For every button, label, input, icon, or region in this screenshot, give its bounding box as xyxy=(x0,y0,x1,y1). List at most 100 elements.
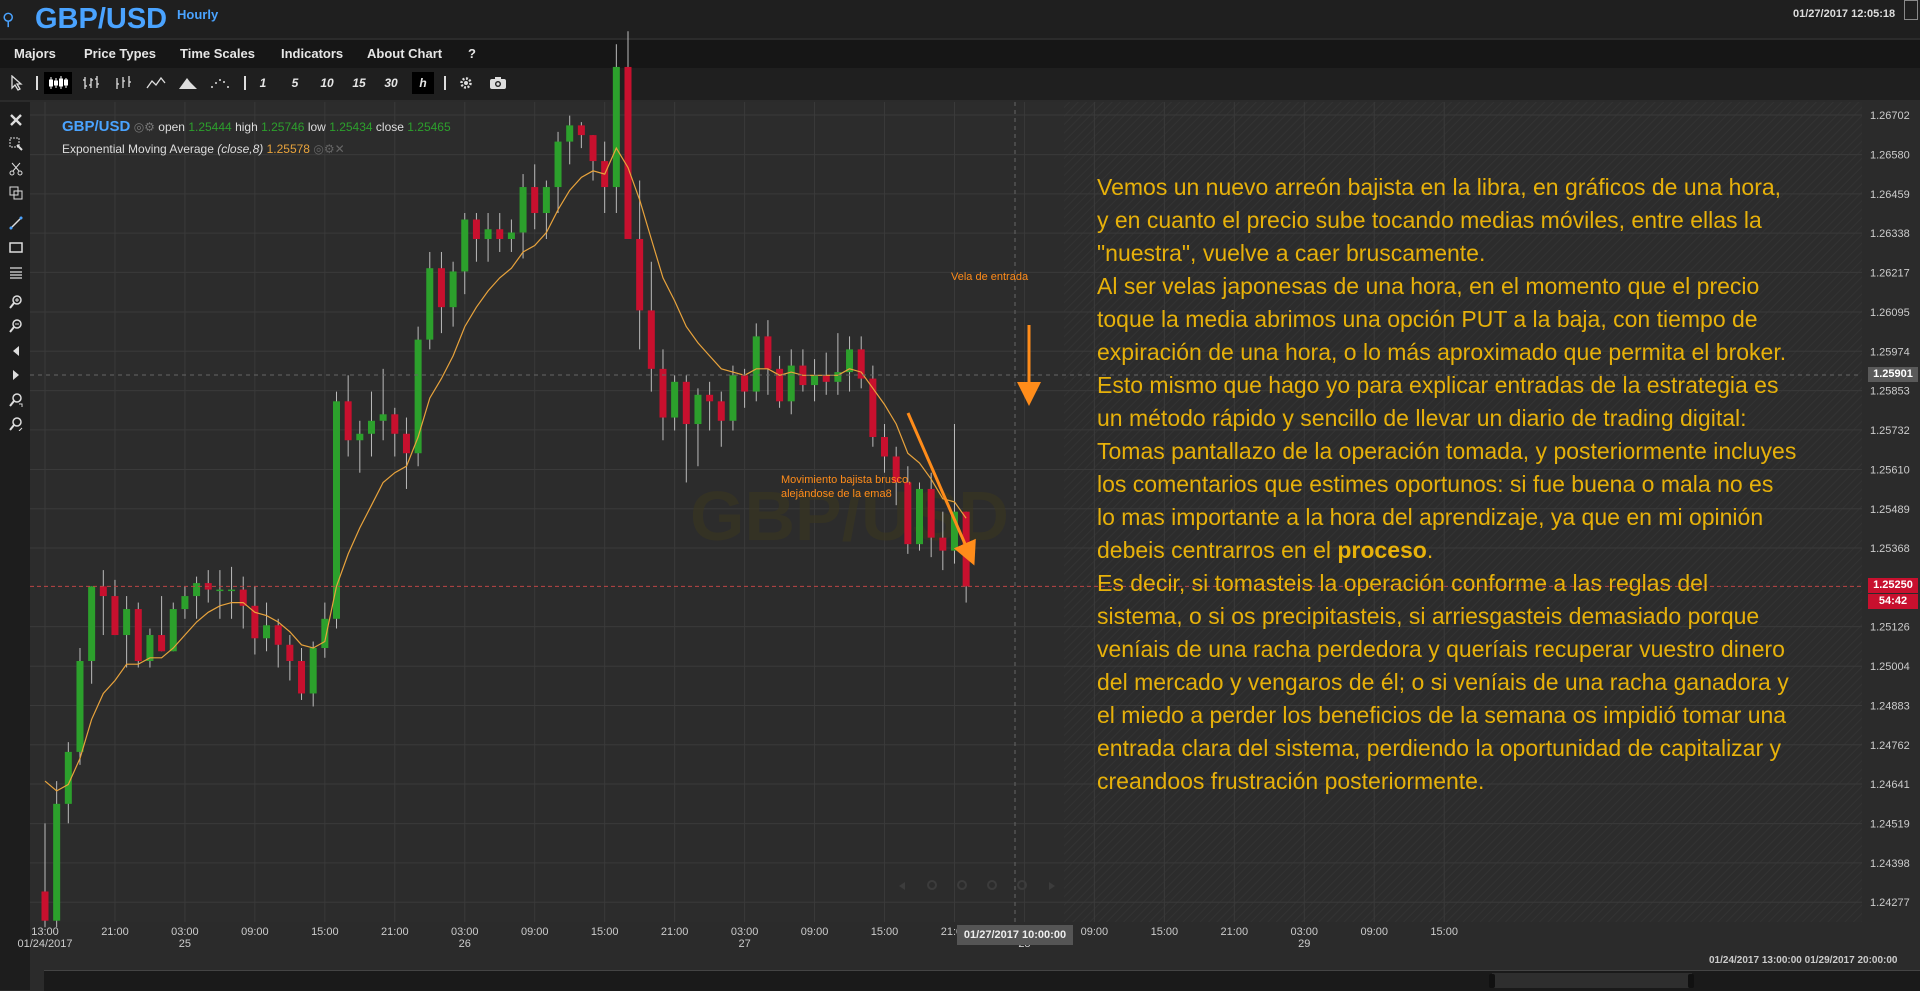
commentary-text: Vemos un nuevo arreón bajista en la libr… xyxy=(1097,171,1797,798)
entry-candle-label: Vela de entrada xyxy=(951,271,1029,283)
candle-body xyxy=(88,586,96,662)
commentary-paragraph: Es decir, si tomasteis la operación conf… xyxy=(1097,570,1789,794)
y-axis-label: 1.26095 xyxy=(1870,307,1910,319)
candle-body xyxy=(554,141,562,188)
x-axis-time-label: 03:00 xyxy=(731,926,759,938)
candle-body xyxy=(904,482,912,545)
x-axis-time-label: 21:00 xyxy=(661,926,689,938)
current-price-tag: 1.25250 xyxy=(1868,578,1918,594)
candle[interactable] xyxy=(134,602,142,668)
x-axis-time-label: 09:00 xyxy=(1081,926,1109,938)
candle-body xyxy=(449,271,457,308)
candle-body xyxy=(624,66,632,239)
x-axis-time-label: 21:00 xyxy=(381,926,409,938)
y-axis-label: 1.26217 xyxy=(1870,267,1910,279)
candle-body xyxy=(263,625,271,639)
candle[interactable] xyxy=(916,482,923,551)
candle[interactable] xyxy=(333,391,340,629)
candle-body xyxy=(99,586,107,597)
candle-body xyxy=(298,661,306,694)
candle-body xyxy=(426,268,434,340)
scroll-handle-right[interactable] xyxy=(1688,974,1694,988)
candle[interactable] xyxy=(624,31,632,239)
candle-body xyxy=(787,365,795,402)
candle-body xyxy=(927,488,935,538)
open-label: open xyxy=(158,120,185,134)
x-axis-time-label: 09:00 xyxy=(1360,926,1388,938)
candle-body xyxy=(857,349,865,379)
x-axis-date-label: 27 xyxy=(738,938,750,950)
gear-icon[interactable]: ⚙ xyxy=(144,120,155,134)
candle-body xyxy=(916,488,923,545)
candle-body xyxy=(146,635,154,662)
candle-body xyxy=(636,238,644,311)
y-axis-label: 1.26338 xyxy=(1870,228,1910,240)
scroll-handle-left[interactable] xyxy=(1489,974,1495,988)
candle-body xyxy=(53,803,61,921)
commentary-paragraph: Vemos un nuevo arreón bajista en la libr… xyxy=(1097,174,1782,266)
price-legend: GBP/USD ◎⚙ open 1.25444 high 1.25746 low… xyxy=(62,118,451,135)
low-label: low xyxy=(307,120,326,134)
x-axis-time-label: 09:00 xyxy=(801,926,829,938)
candle-body xyxy=(461,219,469,272)
candle-body xyxy=(309,648,317,694)
candle[interactable] xyxy=(76,648,84,765)
candle-body xyxy=(402,433,410,454)
candle-body xyxy=(822,375,830,382)
candle-body xyxy=(531,187,539,214)
candle-body xyxy=(542,187,550,214)
x-axis-time-label: 03:00 xyxy=(171,926,199,938)
candle-body xyxy=(706,394,714,402)
candle-body xyxy=(286,644,294,662)
x-axis-time-label: 09:00 xyxy=(241,926,269,938)
candle-body xyxy=(111,596,119,636)
candle-body xyxy=(752,336,760,392)
commentary-paragraph: Al ser velas japonesas de una hora, en e… xyxy=(1097,273,1787,365)
x-axis-time-label: 21:00 xyxy=(101,926,129,938)
x-axis-time-label: 15:00 xyxy=(591,926,619,938)
movement-label-2: alejándose de la ema8 xyxy=(781,488,892,500)
candle-body xyxy=(367,420,375,434)
eye-icon[interactable]: ◎ xyxy=(313,142,323,156)
x-axis-date-label: 26 xyxy=(459,938,471,950)
eye-icon[interactable]: ◎ xyxy=(134,120,144,134)
x-axis-time-label: 15:00 xyxy=(1151,926,1179,938)
candle-body xyxy=(181,596,189,610)
candle-body xyxy=(496,229,504,239)
candle-body xyxy=(41,891,49,921)
y-axis-label: 1.25004 xyxy=(1870,661,1910,673)
close-label: close xyxy=(375,120,404,134)
candle-body xyxy=(764,336,772,369)
candle-body xyxy=(589,135,597,162)
y-axis-label: 1.26459 xyxy=(1870,189,1910,201)
commentary-emphasis: proceso xyxy=(1337,537,1427,563)
x-axis-time-label: 15:00 xyxy=(1430,926,1458,938)
commentary-paragraph: Tomas pantallazo de la operación tomada,… xyxy=(1097,435,1797,567)
time-scrollbar[interactable] xyxy=(44,970,1920,991)
candle-body xyxy=(507,232,515,239)
candle-body xyxy=(193,583,201,597)
x-axis-time-label: 21:00 xyxy=(1221,926,1249,938)
ema-value: 1.25578 xyxy=(266,142,310,156)
legend-symbol[interactable]: GBP/USD xyxy=(62,118,130,135)
candle-body xyxy=(216,589,224,592)
low-value: 1.25434 xyxy=(329,120,373,134)
close-icon[interactable]: ✕ xyxy=(335,142,345,156)
x-axis-time-label: 15:00 xyxy=(871,926,899,938)
candle-body xyxy=(577,125,585,136)
gear-icon[interactable]: ⚙ xyxy=(324,142,335,156)
y-axis-label: 1.25732 xyxy=(1870,425,1910,437)
candle[interactable] xyxy=(414,326,422,467)
ema-params: (close,8) xyxy=(217,142,264,156)
candle-body xyxy=(659,368,667,418)
high-value: 1.25746 xyxy=(261,120,305,134)
candle-body xyxy=(729,375,737,421)
candle-body xyxy=(811,375,819,386)
scroll-thumb[interactable] xyxy=(1492,973,1692,988)
ema-label[interactable]: Exponential Moving Average xyxy=(62,142,214,156)
y-axis-label: 1.26702 xyxy=(1870,110,1910,122)
candle-body xyxy=(566,125,574,142)
candle-body xyxy=(682,381,690,425)
candle[interactable] xyxy=(169,602,177,652)
candle-body xyxy=(612,66,620,188)
